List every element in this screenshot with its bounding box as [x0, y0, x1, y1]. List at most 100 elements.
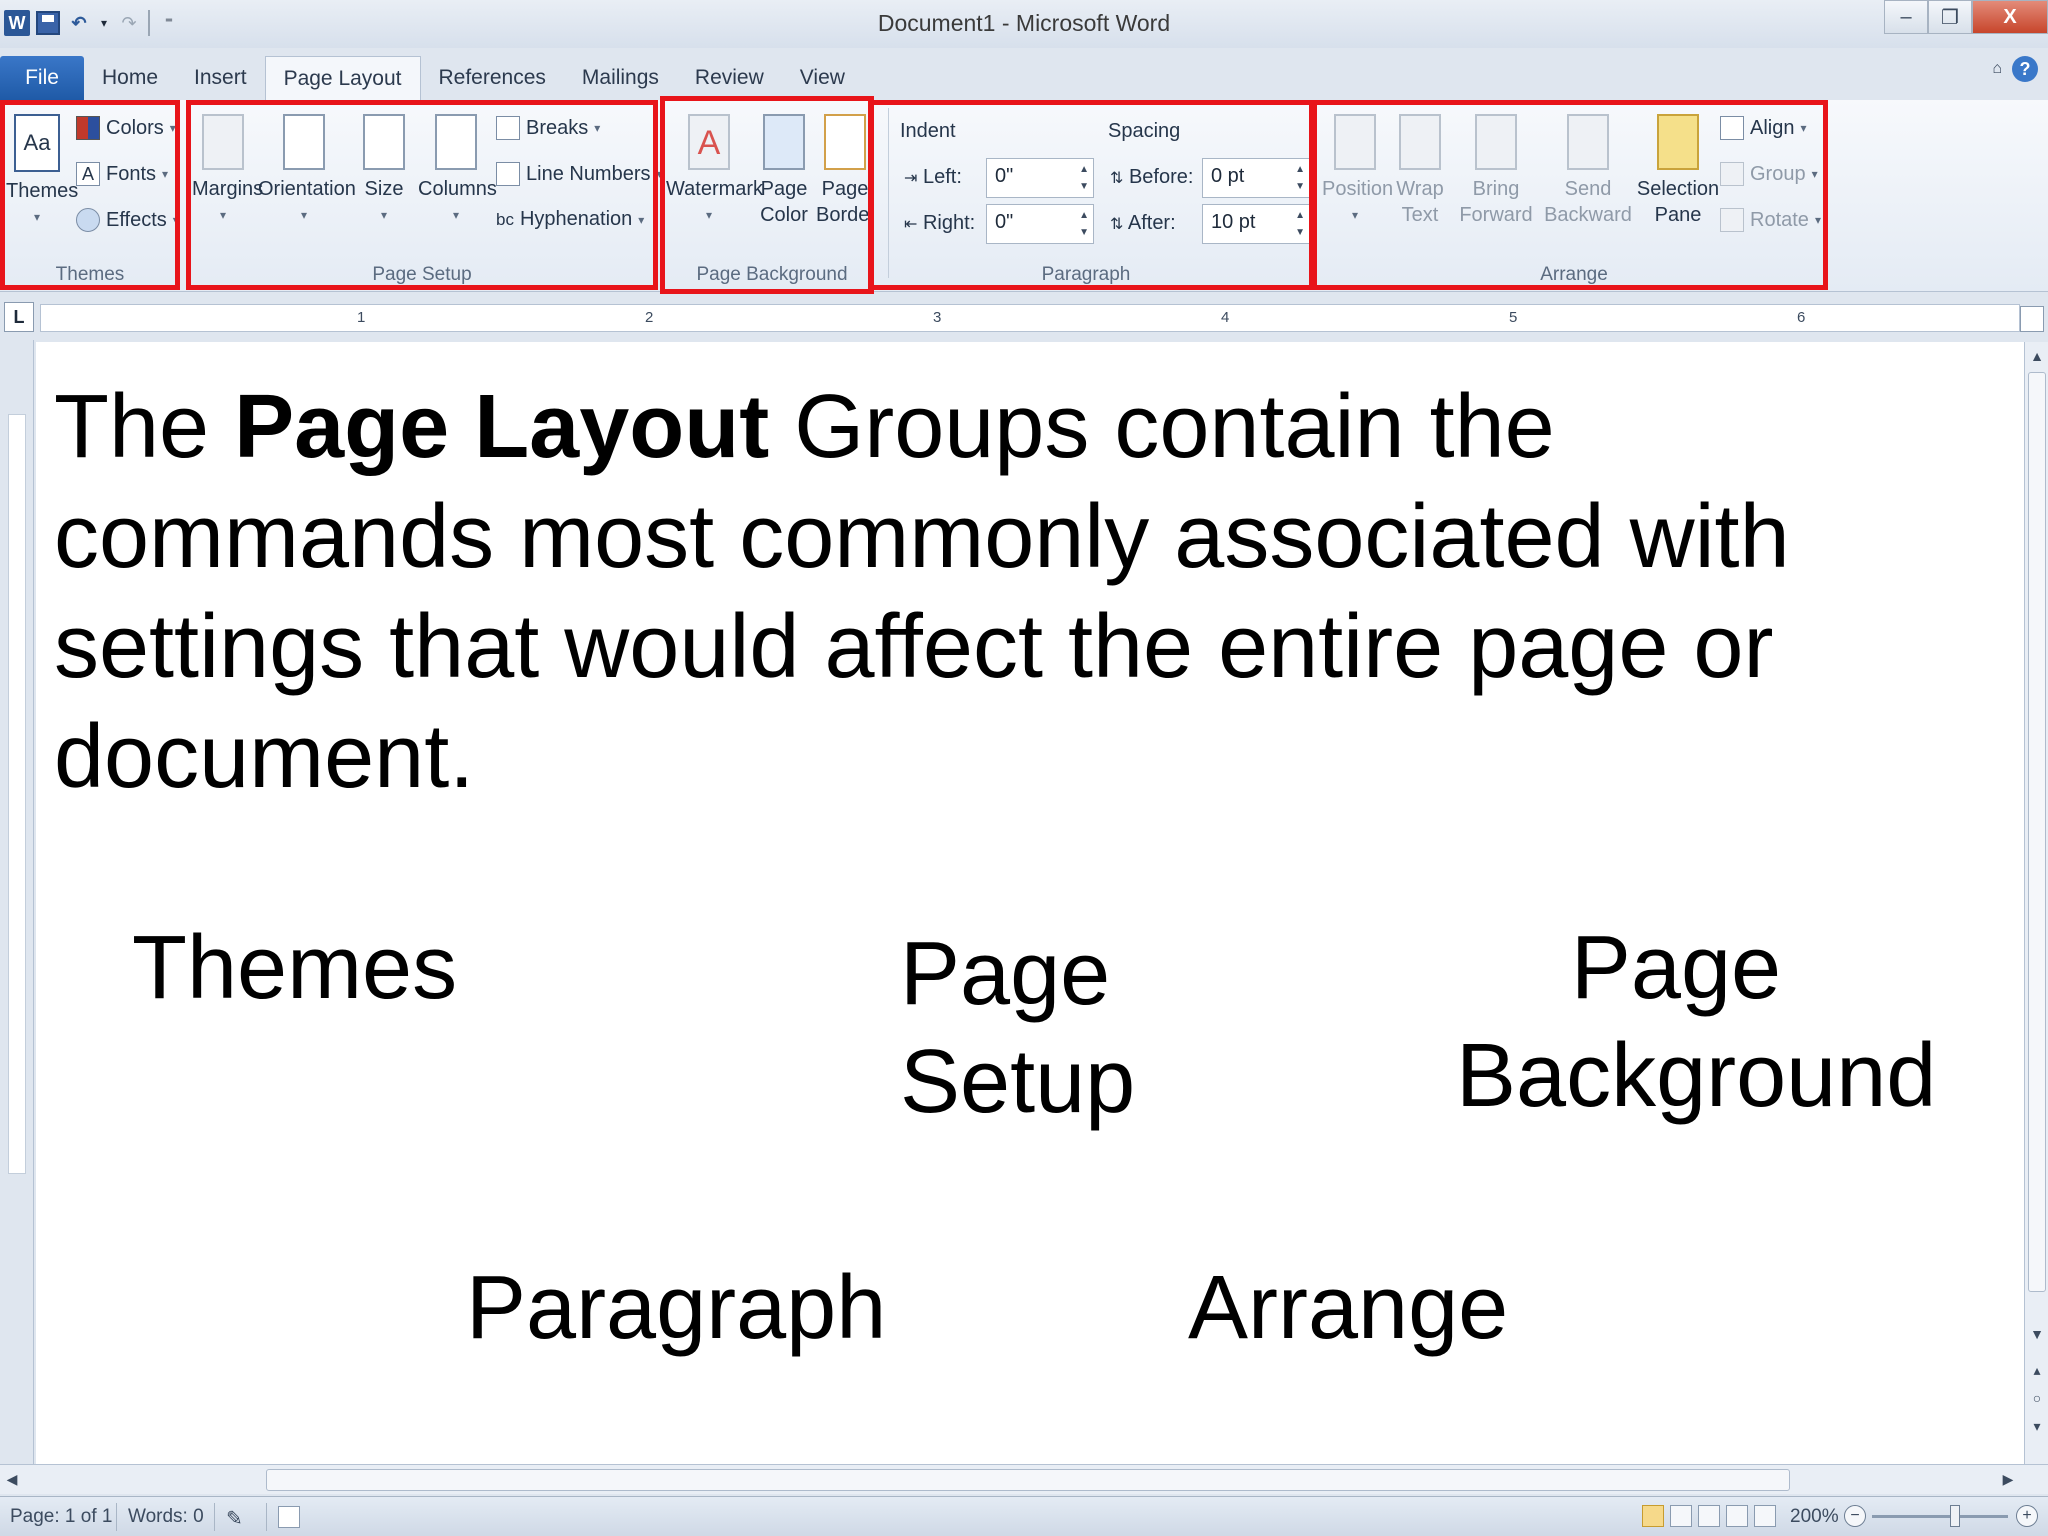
view-ruler-icon[interactable] — [2020, 306, 2044, 332]
spinner-arrows-icon[interactable]: ▲ ▼ — [1295, 161, 1305, 195]
label-themes: Themes — [132, 918, 458, 1018]
columns-icon — [435, 114, 477, 170]
indent-right-input[interactable]: 0" ▲ ▼ — [986, 204, 1094, 244]
align-icon — [1720, 116, 1744, 140]
minimize-ribbon-icon[interactable]: ⌂ — [1992, 60, 2002, 78]
send-backward-label-2: Backward — [1544, 204, 1632, 226]
align-button[interactable]: Align ▾ — [1720, 116, 1807, 140]
indent-left-icon: ⇥ — [904, 170, 918, 187]
tab-review[interactable]: Review — [677, 56, 782, 100]
orientation-button[interactable]: Orientation ▾ — [258, 114, 356, 228]
label-page-setup: Page Setup — [900, 920, 1135, 1136]
tab-insert[interactable]: Insert — [176, 56, 265, 100]
spinner-arrows-icon[interactable]: ▲ ▼ — [1079, 207, 1089, 241]
selection-pane-button[interactable]: Selection Pane — [1636, 114, 1720, 228]
tab-selector-button[interactable]: L — [4, 302, 34, 332]
page-borders-label-1: Page — [821, 178, 869, 200]
close-button[interactable]: X — [1972, 0, 2048, 34]
selection-pane-icon — [1657, 114, 1699, 170]
body-paragraph: The Page Layout Groups contain the comma… — [54, 372, 1954, 812]
macro-record-icon[interactable] — [278, 1506, 300, 1528]
columns-button[interactable]: Columns ▾ — [418, 114, 497, 228]
ruler-number: 4 — [1221, 309, 1230, 326]
label-page-background-line2: Background — [1456, 1026, 1937, 1126]
spacing-after-input[interactable]: 10 pt ▲ ▼ — [1202, 204, 1310, 244]
send-backward-button[interactable]: Send Backward — [1542, 114, 1634, 228]
previous-page-icon[interactable]: ▴ — [2025, 1362, 2048, 1379]
restore-button[interactable]: ❐ — [1928, 0, 1972, 34]
bring-forward-button[interactable]: Bring Forward — [1454, 114, 1538, 228]
document-page[interactable]: The Page Layout Groups contain the comma… — [36, 342, 2024, 1464]
zoom-in-icon[interactable]: + — [2016, 1505, 2038, 1527]
page-color-label-2: Color — [760, 204, 808, 226]
help-icon[interactable]: ? — [2012, 56, 2038, 82]
tab-home[interactable]: Home — [84, 56, 176, 100]
page-color-icon — [763, 114, 805, 170]
colors-button[interactable]: Colors ▾ — [76, 116, 176, 140]
tab-mailings[interactable]: Mailings — [564, 56, 677, 100]
group-label-page-background: Page Background — [696, 264, 848, 285]
indent-left-input[interactable]: 0" ▲ ▼ — [986, 158, 1094, 198]
tab-page-layout[interactable]: Page Layout — [264, 56, 421, 100]
indent-right-icon: ⇤ — [904, 216, 918, 233]
ribbon-tabs: File Home Insert Page Layout References … — [0, 50, 2048, 100]
vertical-scrollbar[interactable]: ▲ ▼ ▴ ○ ▾ — [2024, 342, 2048, 1464]
label-page-setup-line1: Page — [900, 924, 1111, 1024]
page-borders-button[interactable]: Page Borders — [816, 114, 874, 228]
web-layout-view-icon[interactable] — [1698, 1505, 1720, 1527]
full-screen-reading-view-icon[interactable] — [1670, 1505, 1692, 1527]
next-page-icon[interactable]: ▾ — [2025, 1418, 2048, 1435]
tab-file[interactable]: File — [0, 56, 84, 100]
tab-view[interactable]: View — [782, 56, 863, 100]
page-count[interactable]: Page: 1 of 1 — [10, 1506, 112, 1528]
scroll-left-icon[interactable]: ◀ — [0, 1471, 24, 1488]
scroll-right-icon[interactable]: ▶ — [1996, 1471, 2020, 1488]
zoom-slider[interactable] — [1872, 1515, 2008, 1518]
group-label: Group — [1750, 162, 1806, 185]
fonts-button[interactable]: A Fonts ▾ — [76, 162, 168, 186]
group-icon — [1720, 162, 1744, 186]
indent-left-text: Left: — [922, 166, 962, 188]
print-layout-view-icon[interactable] — [1642, 1505, 1664, 1527]
spinner-arrows-icon[interactable]: ▲ ▼ — [1295, 207, 1305, 241]
spinner-arrows-icon[interactable]: ▲ ▼ — [1079, 161, 1089, 195]
wrap-text-button[interactable]: Wrap Text — [1392, 114, 1448, 228]
scroll-up-icon[interactable]: ▲ — [2025, 348, 2048, 364]
proofing-icon[interactable]: ✎ — [226, 1506, 243, 1531]
minimize-button[interactable]: – — [1884, 0, 1928, 34]
group-button[interactable]: Group ▾ — [1720, 162, 1818, 186]
spacing-before-input[interactable]: 0 pt ▲ ▼ — [1202, 158, 1310, 198]
rotate-button[interactable]: Rotate ▾ — [1720, 208, 1821, 232]
effects-button[interactable]: Effects ▾ — [76, 208, 179, 232]
size-button[interactable]: Size ▾ — [356, 114, 412, 228]
zoom-level[interactable]: 200% — [1790, 1506, 1839, 1528]
zoom-out-icon[interactable]: − — [1844, 1505, 1866, 1527]
margins-button[interactable]: Margins ▾ — [192, 114, 263, 228]
group-label-themes: Themes — [55, 264, 125, 285]
outline-view-icon[interactable] — [1726, 1505, 1748, 1527]
themes-button[interactable]: Aa Themes ▾ — [6, 114, 78, 230]
draft-view-icon[interactable] — [1754, 1505, 1776, 1527]
word-count[interactable]: Words: 0 — [128, 1506, 204, 1528]
ruler-bar[interactable]: 1 2 3 4 5 6 — [40, 304, 2020, 332]
vertical-scroll-thumb[interactable] — [2028, 372, 2046, 1292]
line-numbers-button[interactable]: Line Numbers ▾ — [496, 162, 663, 186]
tab-references[interactable]: References — [421, 56, 564, 100]
zoom-slider-knob[interactable] — [1950, 1505, 1960, 1527]
vertical-ruler-bar[interactable] — [8, 414, 26, 1174]
browse-object-icon[interactable]: ○ — [2025, 1390, 2048, 1406]
tabs-right-controls: ⌂ ? — [1992, 56, 2038, 82]
colors-icon — [76, 116, 100, 140]
breaks-button[interactable]: Breaks ▾ — [496, 116, 600, 140]
position-button[interactable]: Position ▾ — [1322, 114, 1394, 228]
horizontal-scrollbar[interactable]: ◀ ▶ — [0, 1464, 2048, 1494]
hyphenation-button[interactable]: bc Hyphenation ▾ — [496, 208, 644, 231]
horizontal-scroll-thumb[interactable] — [266, 1469, 1790, 1491]
position-label: Position — [1322, 178, 1394, 200]
watermark-button[interactable]: A Watermark ▾ — [666, 114, 763, 228]
page-color-button[interactable]: Page Color — [756, 114, 812, 228]
bring-forward-label-1: Bring — [1472, 178, 1520, 200]
label-arrange: Arrange — [1188, 1258, 1509, 1358]
scroll-down-icon[interactable]: ▼ — [2025, 1326, 2048, 1342]
spacing-after-text: After: — [1127, 212, 1176, 234]
